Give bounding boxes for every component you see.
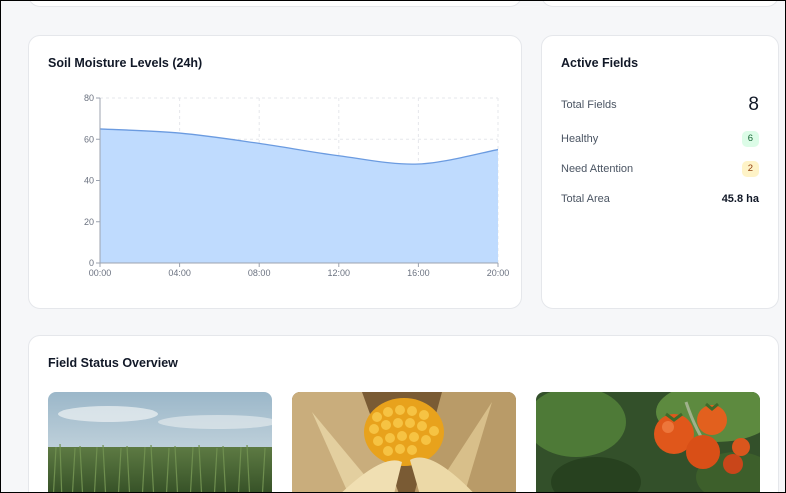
soil-moisture-card: Soil Moisture Levels (24h) 0 20 40 60 80 00:0… (28, 35, 522, 309)
stat-need-attention: Need Attention 2 (561, 158, 759, 180)
x-tick-label: 00:00 (89, 268, 112, 278)
stat-label: Need Attention (561, 163, 634, 175)
x-tick-label: 12:00 (328, 268, 351, 278)
app-frame: Soil Moisture Levels (24h) 0 20 40 60 80 00:0… (0, 0, 786, 493)
stat-total-fields: Total Fields 8 (561, 94, 759, 116)
stat-value: 8 (748, 94, 759, 115)
stat-label: Healthy (561, 133, 599, 145)
x-tick-label: 20:00 (487, 268, 510, 278)
corn-photo[interactable] (292, 392, 516, 492)
y-tick-label: 20 (84, 217, 94, 227)
stat-label: Total Area (561, 193, 610, 205)
healthy-badge: 6 (741, 131, 759, 147)
stat-label: Total Fields (561, 99, 617, 111)
stat-total-area: Total Area 45.8 ha (561, 188, 759, 210)
x-tick-label: 08:00 (248, 268, 271, 278)
y-tick-label: 0 (89, 258, 94, 268)
wheat-field-photo[interactable] (48, 392, 272, 492)
y-tick-label: 40 (84, 176, 94, 186)
x-tick-label: 04:00 (168, 268, 191, 278)
y-tick-label: 80 (84, 93, 94, 103)
soil-moisture-chart: 0 20 40 60 80 00:00 04:00 08:00 12:00 16:00 20:00 (84, 93, 510, 278)
active-fields-title: Active Fields (561, 56, 639, 70)
x-tick-label: 16:00 (407, 268, 430, 278)
tomato-photo[interactable] (536, 392, 760, 492)
stat-healthy: Healthy 6 (561, 128, 759, 150)
stat-value: 45.8 ha (721, 193, 759, 205)
y-tick-label: 60 (84, 134, 94, 144)
field-status-title: Field Status Overview (48, 356, 178, 370)
top-card-left (28, 1, 522, 7)
top-card-right (541, 1, 779, 7)
active-fields-card: Active Fields Total Fields 8 Healthy 6 N… (541, 35, 779, 309)
attention-badge: 2 (741, 161, 759, 177)
field-status-card: Field Status Overview (28, 335, 779, 492)
